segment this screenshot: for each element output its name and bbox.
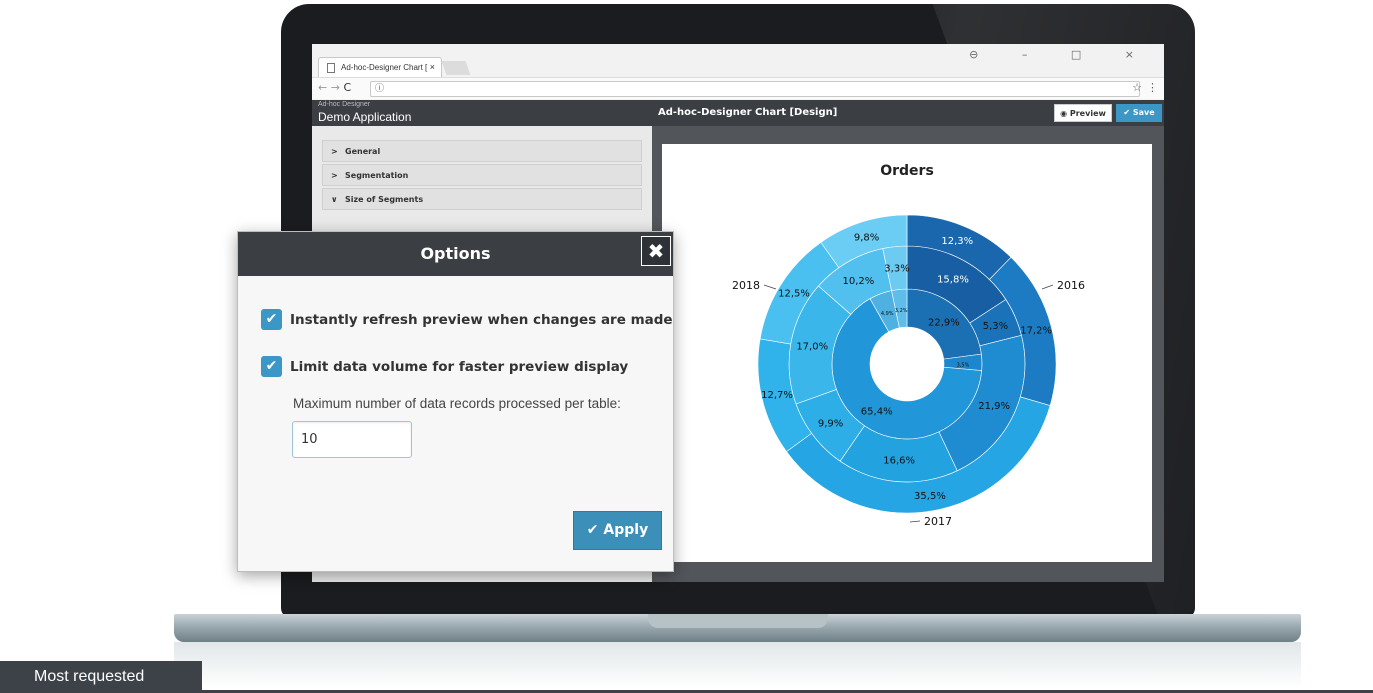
preview-label: Preview bbox=[1069, 109, 1106, 118]
close-icon[interactable]: ✖ bbox=[641, 236, 671, 266]
year-label: 2017 bbox=[924, 515, 952, 528]
page-icon bbox=[327, 63, 335, 73]
window-controls[interactable]: ⊖ – □ × bbox=[969, 48, 1154, 61]
year-label: 2016 bbox=[1057, 279, 1085, 292]
middle-ring-label: 5,3% bbox=[983, 321, 1008, 332]
tab-title: Ad-hoc-Designer Chart [ bbox=[341, 63, 428, 72]
save-button[interactable]: ✔ Save bbox=[1116, 104, 1162, 122]
browser-chrome: Ad-hoc-Designer Chart [ × ⊖ – □ × ← → C … bbox=[312, 44, 1164, 100]
refresh-checkbox[interactable]: ✔ bbox=[261, 309, 282, 330]
middle-ring-label: 10,2% bbox=[843, 276, 875, 287]
middle-ring-label: 9,9% bbox=[818, 418, 843, 429]
year-leader-line bbox=[909, 520, 921, 523]
outer-ring-label: 12,7% bbox=[761, 390, 793, 401]
app-header: Ad-hoc Designer Demo Application Ad-hoc-… bbox=[312, 100, 1164, 126]
back-icon[interactable]: ← bbox=[318, 81, 327, 94]
year-label: 2018 bbox=[732, 279, 760, 292]
address-bar[interactable]: ⓘ bbox=[370, 81, 1140, 97]
check-icon: ✔ bbox=[586, 522, 599, 538]
middle-ring-label: 3,3% bbox=[884, 264, 909, 275]
inner-ring-label: 22,9% bbox=[928, 317, 960, 328]
outer-ring-label: 9,8% bbox=[854, 232, 879, 243]
chevron-right-icon: > bbox=[331, 147, 338, 156]
eye-icon: ◉ bbox=[1060, 109, 1068, 118]
browser-toolbar: ← → C ⓘ ☆ ⋮ bbox=[312, 77, 1164, 99]
laptop-notch bbox=[648, 614, 828, 628]
inner-ring-label: 65,4% bbox=[861, 407, 893, 418]
accordion-general[interactable]: > General bbox=[322, 140, 642, 162]
inner-ring-label: 4,9% bbox=[881, 311, 894, 317]
apply-label: Apply bbox=[603, 522, 649, 538]
new-tab-button[interactable] bbox=[441, 61, 471, 75]
apply-button[interactable]: ✔ Apply bbox=[573, 511, 662, 550]
check-icon: ✔ bbox=[1123, 108, 1131, 117]
max-records-input[interactable]: 10 bbox=[292, 421, 412, 458]
chart-card: Orders 22,9% 3,5% 65,4% 4,9% 3,2% 15,8% 5,3% 21… bbox=[662, 144, 1152, 562]
chevron-right-icon: > bbox=[331, 171, 338, 180]
chart-center-hole bbox=[870, 327, 944, 401]
accordion-size-of-segments[interactable]: ∨ Size of Segments bbox=[322, 188, 642, 210]
inner-ring-label: 3,5% bbox=[957, 362, 970, 368]
chart-rings: 22,9% 3,5% 65,4% 4,9%3,2% 15,8% 5,3% 21,9% 16,6… bbox=[757, 214, 1057, 514]
max-records-label: Maximum number of data records processed… bbox=[293, 396, 621, 411]
middle-ring-label: 16,6% bbox=[883, 456, 915, 467]
year-leader-line bbox=[1041, 284, 1054, 290]
accordion-segmentation[interactable]: > Segmentation bbox=[322, 164, 642, 186]
sunburst-chart: Orders 22,9% 3,5% 65,4% 4,9%3,2% 15,8% 5,3% 21… bbox=[732, 163, 1085, 528]
chevron-down-icon: ∨ bbox=[331, 195, 338, 204]
options-dialog: Options ✖ ✔ Instantly refresh preview wh… bbox=[237, 231, 674, 572]
save-label: Save bbox=[1132, 108, 1155, 117]
reload-icon[interactable]: C bbox=[343, 81, 351, 94]
dialog-title: Options bbox=[238, 232, 673, 276]
year-leader-line bbox=[763, 284, 777, 290]
limit-checkbox[interactable]: ✔ bbox=[261, 356, 282, 377]
outer-ring-label: 12,5% bbox=[778, 288, 810, 299]
outer-ring-label: 12,3% bbox=[941, 236, 973, 247]
nav-buttons[interactable]: ← → C bbox=[318, 81, 351, 94]
tab-close-icon[interactable]: × bbox=[430, 58, 435, 77]
inner-ring-label: 3,2% bbox=[895, 308, 908, 314]
outer-ring-label: 17,2% bbox=[1020, 325, 1052, 336]
stage: Ad-hoc-Designer Chart [ × ⊖ – □ × ← → C … bbox=[0, 0, 1373, 693]
app-name: Demo Application bbox=[318, 110, 412, 124]
middle-ring-label: 15,8% bbox=[937, 275, 969, 286]
preview-button[interactable]: ◉ Preview bbox=[1054, 104, 1112, 122]
bookmark-star-icon[interactable]: ☆ bbox=[1132, 81, 1142, 94]
refresh-label: Instantly refresh preview when changes a… bbox=[290, 312, 673, 328]
accordion-label: Segmentation bbox=[345, 171, 409, 180]
middle-ring-label: 17,0% bbox=[796, 341, 828, 352]
chart-title: Orders bbox=[880, 163, 934, 179]
most-requested-badge: Most requested bbox=[0, 661, 202, 693]
laptop-reflection bbox=[174, 642, 1301, 688]
browser-menu-icon[interactable]: ⋮ bbox=[1147, 81, 1158, 94]
accordion-label: General bbox=[345, 147, 381, 156]
accordion-label: Size of Segments bbox=[345, 195, 424, 204]
browser-tab[interactable]: Ad-hoc-Designer Chart [ × bbox=[318, 57, 442, 77]
middle-ring-label: 21,9% bbox=[978, 401, 1010, 412]
limit-label: Limit data volume for faster preview dis… bbox=[290, 359, 629, 375]
page-title: Ad-hoc-Designer Chart [Design] bbox=[658, 107, 838, 118]
app-subtitle: Ad-hoc Designer bbox=[318, 101, 371, 108]
outer-ring-label: 35,5% bbox=[914, 491, 946, 502]
chart-area: Orders 22,9% 3,5% 65,4% 4,9% 3,2% 15,8% 5,3% 21… bbox=[652, 126, 1164, 582]
forward-icon[interactable]: → bbox=[331, 81, 340, 94]
